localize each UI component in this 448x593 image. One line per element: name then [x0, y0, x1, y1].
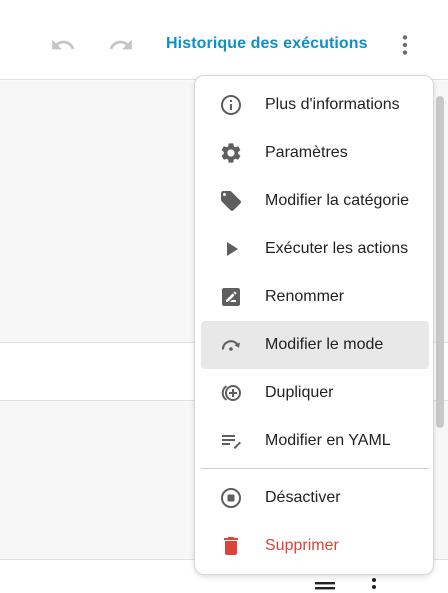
scrollbar[interactable] — [436, 96, 444, 428]
menu-divider — [201, 468, 429, 469]
menu-item-disable[interactable]: Désactiver — [201, 474, 429, 522]
menu-item-label: Modifier la catégorie — [265, 192, 410, 209]
undo-icon[interactable] — [48, 30, 78, 60]
menu-item-settings[interactable]: Paramètres — [201, 129, 429, 177]
menu-item-label: Modifier en YAML — [265, 432, 391, 449]
menu-item-delete[interactable]: Supprimer — [201, 522, 429, 570]
menu-item-label: Plus d'informations — [265, 96, 400, 113]
menu-item-more-info[interactable]: Plus d'informations — [201, 81, 429, 129]
menu-item-run-actions[interactable]: Exécuter les actions — [201, 225, 429, 273]
menu-item-label: Dupliquer — [265, 384, 334, 401]
stop-circle-icon — [219, 486, 243, 510]
menu-item-edit-yaml[interactable]: Modifier en YAML — [201, 417, 429, 465]
top-toolbar: Historique des exécutions — [0, 0, 448, 80]
menu-item-label: Supprimer — [265, 537, 339, 554]
more-vertical-icon[interactable] — [390, 30, 420, 60]
menu-item-change-mode[interactable]: Modifier le mode — [201, 321, 429, 369]
overflow-menu: Plus d'informations Paramètres Modifier … — [194, 75, 434, 575]
more-vertical-icon[interactable] — [364, 572, 384, 593]
menu-item-label: Renommer — [265, 288, 345, 305]
menu-item-label: Exécuter les actions — [265, 240, 409, 257]
menu-item-duplicate[interactable]: Dupliquer — [201, 369, 429, 417]
menu-item-rename[interactable]: Renommer — [201, 273, 429, 321]
menu-item-label: Paramètres — [265, 144, 348, 161]
menu-item-label: Modifier le mode — [265, 336, 384, 353]
mode-icon — [219, 333, 243, 357]
edit-yaml-icon — [219, 429, 243, 453]
redo-icon[interactable] — [106, 30, 136, 60]
play-icon — [219, 237, 243, 261]
run-history-link[interactable]: Historique des exécutions — [166, 35, 368, 53]
gear-icon — [219, 141, 243, 165]
duplicate-icon — [219, 381, 243, 405]
menu-item-change-category[interactable]: Modifier la catégorie — [201, 177, 429, 225]
info-icon — [219, 93, 243, 117]
rename-icon — [219, 285, 243, 309]
reorder-icon[interactable] — [312, 572, 338, 593]
menu-item-label: Désactiver — [265, 489, 341, 506]
trash-icon — [219, 534, 243, 558]
tag-icon — [219, 189, 243, 213]
